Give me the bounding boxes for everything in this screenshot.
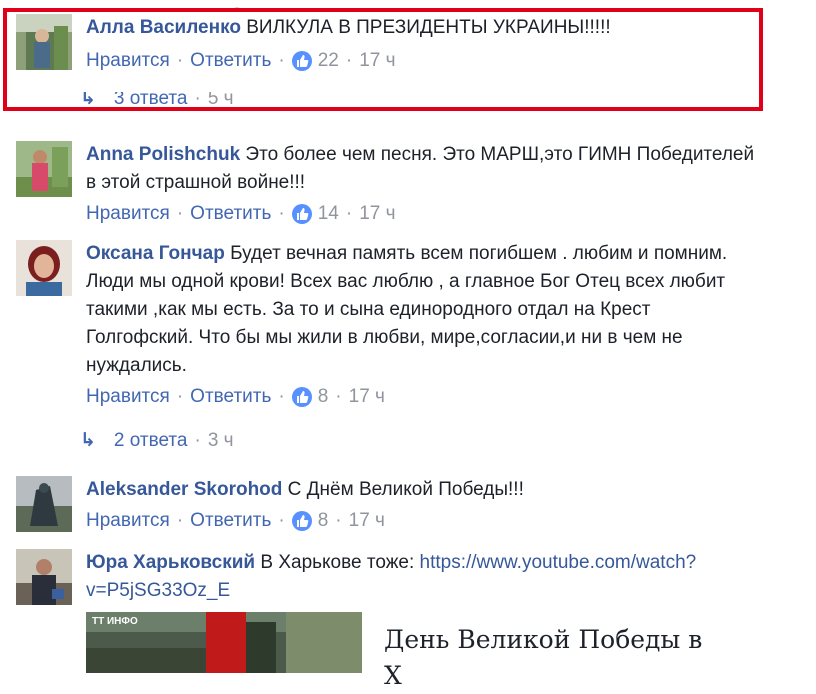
thumbnail-badge: ТТ ИНФО xyxy=(92,616,138,627)
separator: · xyxy=(278,203,285,224)
like-count[interactable]: 8 xyxy=(318,384,329,410)
comment-body: Оксана Гончар Будет вечная память всем п… xyxy=(86,240,816,410)
separator: · xyxy=(345,50,353,71)
reply-arrow-icon: ↳ xyxy=(80,92,96,106)
comment-text: Голгофский. Что бы мы жили в любви, мире… xyxy=(86,327,683,348)
separator: · xyxy=(176,203,184,224)
comment-actions: Нравится · Ответить · 8 · 17 ч xyxy=(86,384,816,410)
author-name[interactable]: Aleksander Skorohod xyxy=(86,479,282,500)
comment-body: Юра Харьковский В Харькове тоже: https:/… xyxy=(86,549,816,605)
separator: · xyxy=(345,203,353,224)
avatar[interactable] xyxy=(16,476,72,532)
like-button[interactable]: Нравится xyxy=(86,508,170,534)
like-button[interactable]: Нравится xyxy=(86,201,170,227)
timestamp[interactable]: 17 ч xyxy=(349,508,385,534)
separator: · xyxy=(176,386,184,407)
like-count[interactable]: 14 xyxy=(318,201,339,227)
author-name[interactable]: Алла Василенко xyxy=(86,17,241,38)
link-preview-title[interactable]: День Великой Победы в Х xyxy=(384,622,702,694)
separator: · xyxy=(194,92,201,106)
comment-body: Алла Василенко ВИЛКУЛА В ПРЕЗИДЕНТЫ УКРА… xyxy=(86,14,816,74)
thumbs-up-icon[interactable] xyxy=(291,51,312,71)
link-preview-thumbnail[interactable]: ТТ ИНФО xyxy=(86,612,362,673)
comment-text: В Харькове тоже: xyxy=(260,552,420,573)
like-button[interactable]: Нравится xyxy=(86,384,170,410)
comment-text: в этой страшной войне!!! xyxy=(86,172,306,193)
reply-button[interactable]: Ответить xyxy=(190,508,271,534)
comment-text: нуждались. xyxy=(86,355,187,376)
comment-actions: Нравится · Ответить · 8 · 17 ч xyxy=(86,508,816,534)
like-count[interactable]: 22 xyxy=(318,48,339,74)
separator: · xyxy=(335,510,342,531)
timestamp[interactable]: 17 ч xyxy=(349,384,385,410)
comment-text: ВИЛКУЛА В ПРЕЗИДЕНТЫ УКРАИНЫ!!!!! xyxy=(246,17,611,38)
comment-text: Будет вечная память всем погибшем . люби… xyxy=(230,243,728,264)
preview-title-line: День Великой Победы в xyxy=(384,625,703,654)
comment-body: Aleksander Skorohod С Днём Великой Побед… xyxy=(86,476,816,534)
author-name[interactable]: Юра Харьковский xyxy=(86,552,255,573)
separator: · xyxy=(278,50,285,71)
avatar[interactable] xyxy=(16,14,72,70)
avatar[interactable] xyxy=(16,240,72,296)
avatar[interactable] xyxy=(16,141,72,197)
separator: · xyxy=(176,50,184,71)
comment-text: Люди мы одной крови! Всех вас люблю , а … xyxy=(86,271,726,292)
author-name[interactable]: Anna Polishchuk xyxy=(86,144,240,165)
reply-button[interactable]: Ответить xyxy=(190,48,271,74)
youtube-link[interactable]: https://www.youtube.com/watch? xyxy=(420,552,697,573)
timestamp[interactable]: 3 ч xyxy=(208,428,234,454)
replies-row[interactable]: ↳ 3 ответа · 5 ч xyxy=(80,92,234,106)
replies-link[interactable]: 3 ответа xyxy=(114,92,188,106)
separator: · xyxy=(176,510,184,531)
scroll-remnant-top xyxy=(0,0,816,12)
reply-button[interactable]: Ответить xyxy=(190,384,271,410)
replies-row[interactable]: ↳ 2 ответа · 3 ч xyxy=(80,428,234,454)
comment-body: Anna Polishchuk Это более чем песня. Это… xyxy=(86,141,816,227)
comment-text: такими ,как мы есть. За то и сына единор… xyxy=(86,299,651,320)
comment-text: Это более чем песня. Это МАРШ,это ГИМН П… xyxy=(245,144,755,165)
youtube-link-continued[interactable]: v=P5jSG33Oz_E xyxy=(86,580,230,601)
thumbs-up-icon[interactable] xyxy=(291,204,312,224)
timestamp[interactable]: 17 ч xyxy=(359,48,395,74)
thumbs-up-icon[interactable] xyxy=(291,387,312,407)
reply-button[interactable]: Ответить xyxy=(190,201,271,227)
author-name[interactable]: Оксана Гончар xyxy=(86,243,225,264)
separator: · xyxy=(335,386,342,407)
comment-actions: Нравится · Ответить · 22 · 17 ч xyxy=(86,48,816,74)
timestamp[interactable]: 17 ч xyxy=(359,201,395,227)
timestamp[interactable]: 5 ч xyxy=(208,92,234,106)
like-button[interactable]: Нравится xyxy=(86,48,170,74)
comment-actions: Нравится · Ответить · 14 · 17 ч xyxy=(86,201,816,227)
separator: · xyxy=(278,510,285,531)
preview-title-line: Х xyxy=(384,661,402,690)
comment-text: С Днём Великой Победы!!! xyxy=(287,479,524,500)
separator: · xyxy=(278,386,285,407)
separator: · xyxy=(194,430,201,451)
replies-link[interactable]: 2 ответа xyxy=(114,428,188,454)
reply-arrow-icon: ↳ xyxy=(80,430,96,451)
avatar[interactable] xyxy=(16,549,72,605)
like-count[interactable]: 8 xyxy=(318,508,329,534)
thumbs-up-icon[interactable] xyxy=(291,511,312,531)
